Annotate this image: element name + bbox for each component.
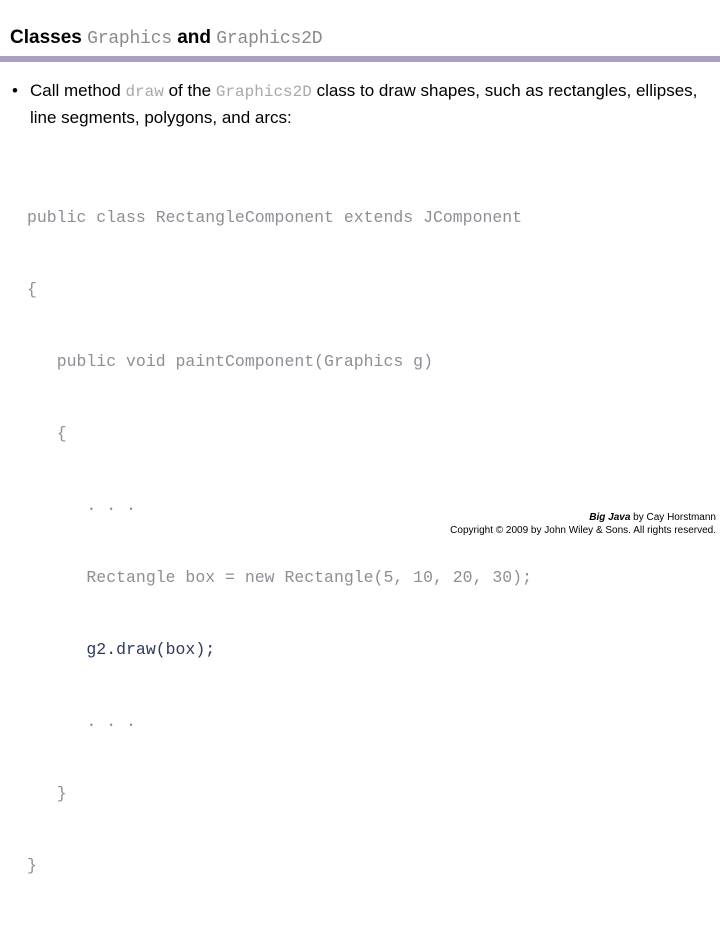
code-line: public void paintComponent(Graphics g) [27, 352, 433, 371]
code-line-highlighted: g2.draw(box); [27, 640, 216, 659]
footer: Big Java by Cay Horstmann Copyright © 20… [450, 511, 716, 538]
slide: Classes Graphics and Graphics2D • Call m… [0, 0, 720, 875]
bullet-text-a: Call method [30, 81, 126, 100]
bullet-code-draw: draw [125, 83, 164, 101]
title-code-graphics: Graphics [87, 29, 172, 49]
title-text-part1: Classes [10, 27, 88, 48]
bullet-code-graphics2d: Graphics2D [215, 83, 312, 101]
title-text-part2: and [171, 27, 217, 48]
list-item: • Call method draw of the Graphics2D cla… [10, 78, 710, 130]
code-line: . . . [27, 712, 136, 731]
footer-credit: Big Java by Cay Horstmann [450, 511, 716, 524]
code-line: } [27, 784, 67, 803]
bullet-point-icon: • [12, 81, 18, 100]
bullet-text-b: of the [163, 81, 216, 100]
bullet-text-c: class to draw shapes, [311, 81, 481, 100]
footer-author: by Cay Horstmann [630, 512, 716, 523]
footer-copyright: Copyright © 2009 by John Wiley & Sons. A… [450, 525, 716, 536]
page-title: Classes Graphics and Graphics2D [10, 27, 710, 50]
code-line: public class RectangleComponent extends … [27, 208, 523, 227]
code-line: Rectangle box = new Rectangle(5, 10, 20,… [27, 568, 532, 587]
code-sample: public class RectangleComponent extends … [27, 158, 532, 926]
bullet-item-text: Call method draw of the Graphics2D class… [30, 78, 710, 130]
code-line: { [27, 280, 37, 299]
title-divider [0, 56, 720, 62]
footer-book-title: Big Java [589, 512, 631, 523]
bullet-list: • Call method draw of the Graphics2D cla… [10, 78, 710, 130]
code-line: } [27, 856, 37, 875]
code-line: { [27, 424, 67, 443]
title-code-graphics2d: Graphics2D [216, 29, 323, 49]
